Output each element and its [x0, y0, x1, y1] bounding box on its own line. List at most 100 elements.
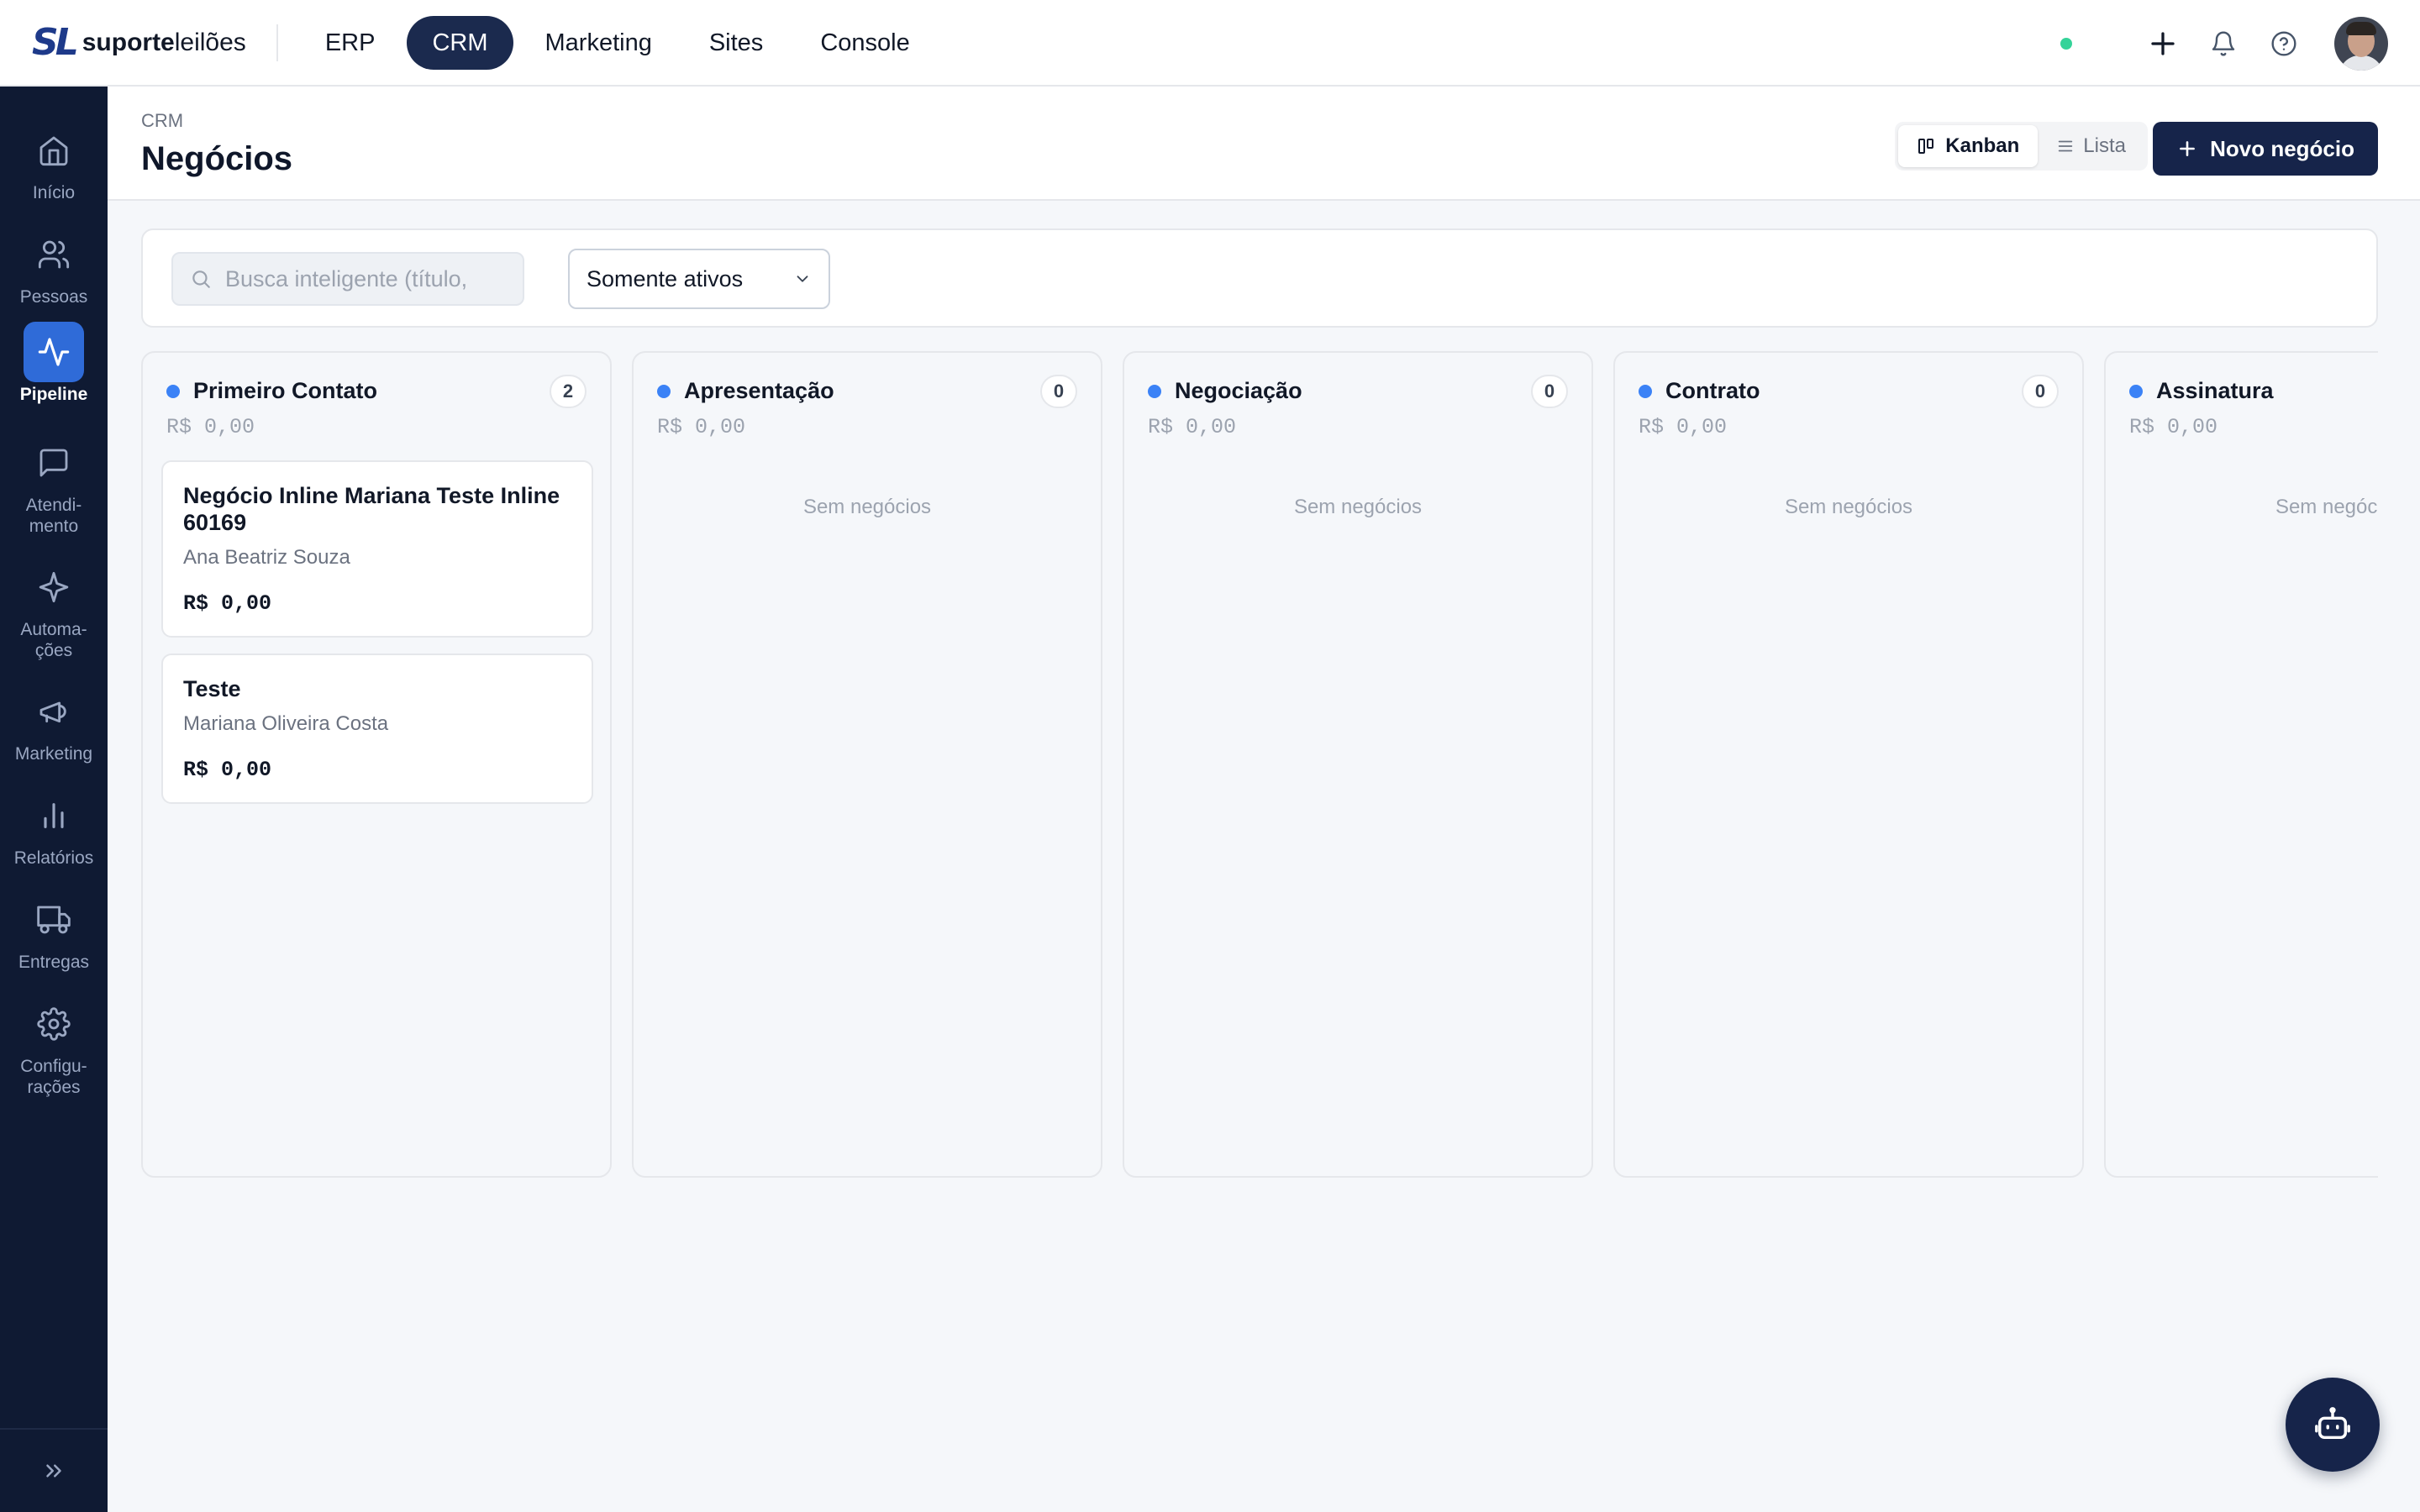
new-deal-button[interactable]: Novo negócio — [2153, 122, 2378, 176]
kanban-column: Assinatura 0 R$ 0,00 Sem negócios — [2104, 351, 2378, 1178]
gear-icon — [24, 994, 84, 1054]
chat-icon — [24, 433, 84, 493]
column-header: Apresentação — [657, 378, 834, 404]
column-count-badge: 0 — [2022, 375, 2059, 408]
column-dot — [166, 384, 180, 398]
column-header: Assinatura — [2129, 378, 2274, 404]
kanban-icon — [1918, 139, 1934, 154]
column-title: Negociação — [1175, 378, 1302, 403]
column-count-badge: 0 — [1040, 375, 1077, 408]
status-filter-value: Somente ativos — [587, 265, 744, 291]
sidebar-label: Atendi-mento — [25, 496, 82, 536]
kanban-column: Negociação 0 R$ 0,00 Sem negócios — [1123, 351, 1593, 1178]
column-title: Contrato — [1665, 378, 1760, 403]
column-dot — [657, 384, 671, 398]
pulse-icon — [24, 322, 84, 382]
column-count-badge: 0 — [1531, 375, 1568, 408]
sidebar-item-entregas[interactable]: Entregas — [0, 890, 108, 973]
status-filter-select[interactable]: Somente ativos — [568, 249, 830, 309]
help-icon[interactable] — [2267, 27, 2301, 60]
sidebar-item-pessoas[interactable]: Pessoas — [0, 224, 108, 307]
deal-value: R$ 0,00 — [183, 758, 272, 782]
new-deal-label: Novo negócio — [2210, 135, 2354, 161]
sidebar-label: Início — [32, 183, 76, 202]
topnav-marketing[interactable]: Marketing — [520, 16, 677, 70]
breadcrumb[interactable]: CRM — [141, 110, 183, 132]
sidebar-item-pipeline[interactable]: Pipeline — [0, 322, 108, 405]
view-kanban-button[interactable]: Kanban — [1898, 125, 2039, 167]
view-toggle: Kanban Lista — [1895, 122, 2148, 171]
view-kanban-label: Kanban — [1945, 134, 2020, 157]
view-list-button[interactable]: Lista — [2038, 125, 2144, 167]
column-title: Apresentação — [684, 378, 834, 403]
chevron-down-icon — [797, 276, 808, 282]
column-total: R$ 0,00 — [1148, 415, 1237, 439]
deal-title: Teste — [183, 676, 241, 701]
logo-text: suporteleilões — [82, 28, 246, 56]
column-total: R$ 0,00 — [2129, 415, 2218, 439]
sidebar: Início Pessoas Pipeline Atendi-mento Aut… — [0, 87, 108, 1512]
kanban-column: Apresentação 0 R$ 0,00 Sem negócios — [632, 351, 1102, 1178]
sidebar-label: Marketing — [14, 744, 93, 764]
kanban-column: Primeiro Contato 2 R$ 0,00 Negócio Inlin… — [141, 351, 612, 1178]
column-title: Primeiro Contato — [193, 378, 378, 403]
bell-icon[interactable] — [2207, 27, 2240, 60]
column-total: R$ 0,00 — [657, 415, 746, 439]
column-header: Primeiro Contato — [166, 378, 377, 404]
topnav-console[interactable]: Console — [795, 16, 934, 70]
deal-card[interactable]: Teste Mariana Oliveira Costa R$ 0,00 — [161, 654, 593, 804]
megaphone-icon — [24, 681, 84, 742]
column-count-badge: 2 — [550, 375, 587, 408]
column-empty-text: Sem negócios — [1293, 496, 1423, 518]
column-dot — [2129, 384, 2143, 398]
top-actions — [2060, 17, 2388, 71]
search-input[interactable] — [225, 265, 511, 292]
user-avatar[interactable] — [2334, 17, 2388, 71]
bot-icon — [2315, 1407, 2350, 1440]
column-dot — [1639, 384, 1652, 398]
plus-icon — [2180, 141, 2195, 156]
divider — [276, 24, 278, 61]
column-empty-text: Sem negócios — [802, 496, 932, 518]
home-icon — [24, 120, 84, 181]
bar-chart-icon — [24, 785, 84, 846]
sidebar-item-relatorios[interactable]: Relatórios — [0, 785, 108, 869]
users-icon — [24, 224, 84, 285]
topnav-crm[interactable]: CRM — [407, 15, 513, 70]
brand-logo[interactable]: SL suporteleilões — [32, 18, 246, 68]
page-header: CRM Negócios Kanban Lista Novo negócio — [108, 87, 2420, 201]
deal-contact: Mariana Oliveira Costa — [183, 712, 389, 735]
page-title: Negócios — [141, 140, 293, 177]
topnav-sites[interactable]: Sites — [684, 16, 788, 70]
deal-card[interactable]: Negócio Inline Mariana Teste Inline 6016… — [161, 460, 593, 638]
column-dot — [1148, 384, 1161, 398]
list-icon — [2059, 140, 2073, 152]
kanban-column: Contrato 0 R$ 0,00 Sem negócios — [1613, 351, 2084, 1178]
sidebar-label: Pessoas — [19, 287, 88, 307]
deal-title: Negócio Inline Mariana Teste Inline 6016… — [183, 483, 560, 535]
sparkle-icon — [24, 557, 84, 617]
column-header: Negociação — [1148, 378, 1302, 404]
sidebar-label: Configu-rações — [20, 1057, 87, 1097]
assistant-bot-button[interactable] — [2286, 1378, 2380, 1472]
sidebar-item-inicio[interactable]: Início — [0, 120, 108, 203]
sidebar-label: Relatórios — [13, 848, 94, 868]
view-list-label: Lista — [2083, 134, 2126, 157]
deal-value: R$ 0,00 — [183, 591, 272, 616]
plus-icon[interactable] — [2146, 27, 2180, 60]
logo-mark: SL — [32, 21, 79, 64]
top-nav: ERP CRM Marketing Sites Console — [300, 15, 935, 70]
topnav-erp[interactable]: ERP — [300, 16, 401, 70]
column-empty-text: Sem negócios — [1784, 496, 1913, 518]
sidebar-label: Automa-ções — [20, 620, 87, 660]
sidebar-item-configuracoes[interactable]: Configu-rações — [0, 994, 108, 1098]
sidebar-collapse-button[interactable] — [0, 1428, 108, 1512]
search-box[interactable] — [171, 252, 524, 306]
sidebar-item-atendimento[interactable]: Atendi-mento — [0, 433, 108, 537]
chevrons-right-icon — [46, 1464, 61, 1478]
sidebar-item-automacoes[interactable]: Automa-ções — [0, 557, 108, 661]
column-header: Contrato — [1639, 378, 1760, 404]
filter-bar: Somente ativos — [141, 228, 2378, 328]
truck-icon — [24, 890, 84, 950]
sidebar-item-marketing[interactable]: Marketing — [0, 681, 108, 764]
